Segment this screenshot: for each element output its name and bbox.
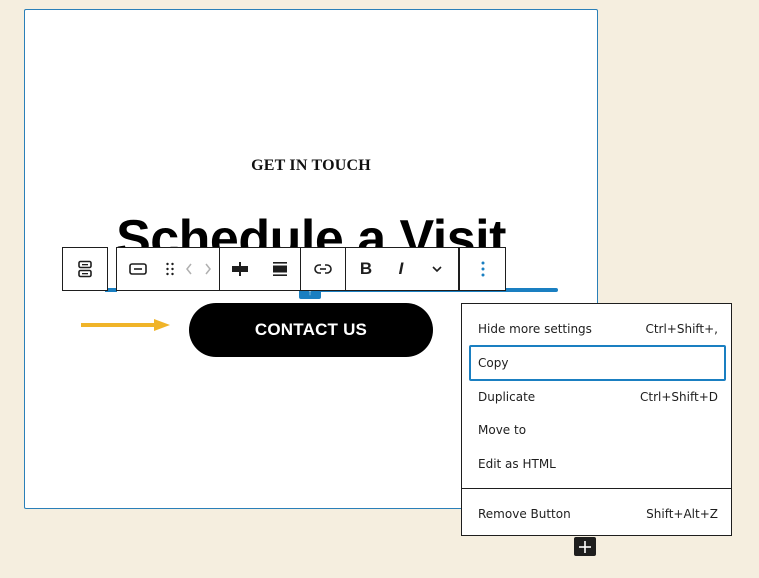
italic-icon: I: [398, 259, 404, 278]
options-button[interactable]: [460, 248, 505, 290]
menu-item-edit-html[interactable]: Edit as HTML: [469, 447, 726, 481]
toolbar-group-options: [459, 247, 506, 291]
move-left-icon: [186, 263, 192, 275]
add-block-button[interactable]: [574, 537, 596, 556]
drag-handle[interactable]: [159, 248, 181, 290]
justify-center-icon: [232, 262, 248, 276]
menu-item-label: Remove Button: [478, 507, 571, 521]
block-type-button[interactable]: [117, 248, 159, 290]
link-button[interactable]: [301, 248, 345, 290]
menu-item-hide-settings[interactable]: Hide more settings Ctrl+Shift+,: [469, 312, 726, 346]
more-vertical-icon: [481, 261, 484, 277]
menu-divider: [462, 488, 731, 489]
bold-icon: B: [359, 259, 373, 278]
move-right-icon: [205, 263, 211, 275]
block-toolbar: B I: [62, 247, 506, 291]
toolbar-group-layout: [220, 247, 301, 291]
select-parent-button[interactable]: [63, 248, 107, 290]
toolbar-group-link: [301, 247, 346, 291]
menu-item-move-to[interactable]: Move to: [469, 413, 726, 447]
annotation-arrow-icon: [81, 319, 170, 331]
more-formats-button[interactable]: [416, 248, 458, 290]
menu-item-copy[interactable]: Copy: [469, 345, 726, 381]
toolbar-group-block: [116, 247, 220, 291]
plus-icon: [579, 540, 591, 553]
menu-item-label: Copy: [478, 356, 509, 370]
drag-handle-icon: [166, 262, 174, 276]
menu-item-duplicate[interactable]: Duplicate Ctrl+Shift+D: [469, 380, 726, 414]
menu-item-label: Move to: [478, 423, 527, 437]
button-block-icon: [129, 263, 147, 275]
menu-item-label: Duplicate: [478, 390, 536, 404]
move-left-button[interactable]: [181, 248, 197, 290]
italic-button[interactable]: I: [386, 248, 416, 290]
bold-button[interactable]: B: [346, 248, 386, 290]
block-options-menu: Hide more settings Ctrl+Shift+, Copy Dup…: [461, 303, 732, 536]
buttons-parent-icon: [78, 260, 92, 278]
contact-us-button[interactable]: CONTACT US: [189, 303, 433, 357]
toolbar-group-format: B I: [346, 247, 459, 291]
menu-item-label: Edit as HTML: [478, 457, 556, 471]
menu-item-shortcut: Ctrl+Shift+D: [640, 390, 718, 404]
toolbar-group-parent: [62, 247, 108, 291]
chevron-down-icon: [432, 266, 442, 273]
justification-button[interactable]: [220, 248, 260, 290]
menu-item-remove-button[interactable]: Remove Button Shift+Alt+Z: [469, 497, 726, 531]
menu-item-shortcut: Shift+Alt+Z: [646, 507, 718, 521]
link-icon: [314, 264, 332, 274]
width-button[interactable]: [260, 248, 300, 290]
menu-item-shortcut: Ctrl+Shift+,: [645, 322, 718, 336]
eyebrow-text[interactable]: GET IN TOUCH: [24, 157, 598, 175]
menu-item-label: Hide more settings: [478, 322, 592, 336]
move-right-button[interactable]: [197, 248, 219, 290]
width-icon: [273, 262, 287, 276]
